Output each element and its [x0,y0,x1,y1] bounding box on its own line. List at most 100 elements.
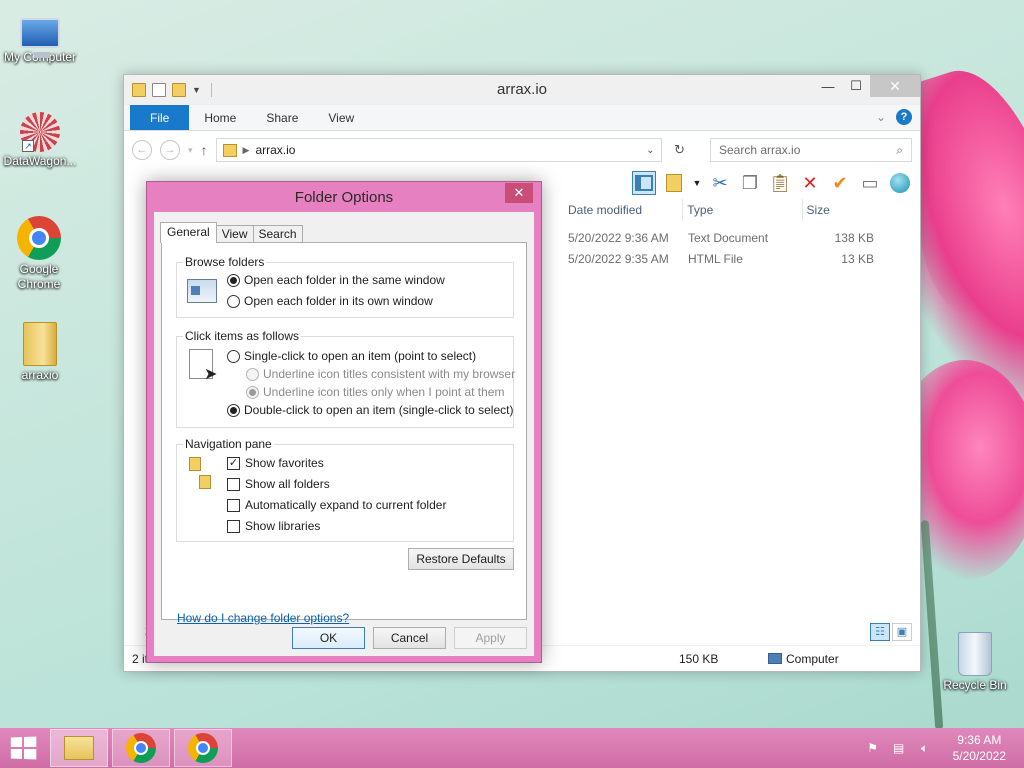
tab-view[interactable]: View [313,105,369,130]
globe-icon[interactable] [888,171,912,195]
file-row[interactable]: 5/20/2022 9:35 AM HTML File 13 KB [564,252,874,266]
option-label: Open each folder in its own window [244,294,433,308]
delete-icon[interactable]: ✕ [798,171,822,195]
checkbox[interactable] [227,519,240,533]
taskbar-chrome[interactable] [112,729,170,767]
tab-home[interactable]: Home [189,105,251,130]
radio-button[interactable] [227,403,240,417]
tab-view[interactable]: View [215,225,254,243]
chevron-down-icon[interactable]: ⌄ [646,145,654,156]
dialog-close-button[interactable]: ✕ [505,183,533,203]
copy-icon[interactable]: ❐ [738,171,762,195]
explorer-titlebar[interactable]: ▼ arrax.io — ☐ ✕ [124,75,920,105]
search-icon: ⌕ [896,142,903,157]
desktop-icon-recycle-bin[interactable]: Recycle Bin [935,632,1015,693]
folder-icon [189,457,201,471]
taskbar-file-explorer[interactable] [50,729,108,767]
radio-button[interactable] [227,273,240,287]
help-link[interactable]: How do I change folder options? [177,611,349,625]
window-title: arrax.io [496,81,548,98]
ok-button[interactable]: OK [292,627,365,649]
address-row: ← → ▾ ↑ ▶ arrax.io ⌄ ↻ Search arrax.io ⌕ [124,131,920,169]
dialog-titlebar[interactable]: Folder Options ✕ [147,182,541,212]
action-center-flag-icon[interactable]: ⚑ [865,741,881,755]
radio-double-click[interactable]: Double-click to open an item (single-cli… [227,403,513,417]
radio-own-window[interactable]: Open each folder in its own window [227,294,433,308]
search-input[interactable]: Search arrax.io ⌕ [710,138,912,162]
click-items-group: Click items as follows ➤ Single-click to… [176,329,515,428]
option-label: Open each folder in the same window [244,273,445,287]
network-icon[interactable]: ▤ [891,741,907,755]
quick-access-toolbar: ▼ [124,83,212,97]
details-view-icon[interactable]: ☷ [870,623,890,641]
desktop-icon-my-computer[interactable]: My Computer [0,10,80,65]
chevron-down-icon[interactable]: ▼ [192,85,201,95]
search-placeholder: Search arrax.io [719,143,801,157]
radio-underline-point: Underline icon titles only when I point … [246,385,504,399]
computer-icon [20,18,60,58]
checkbox-show-libraries[interactable]: Show libraries [227,519,320,533]
wallpaper-flower-stem [920,519,944,731]
address-bar[interactable]: ▶ arrax.io ⌄ [215,138,662,162]
datawagon-icon: ↗ [20,112,60,152]
cursor-icon: ➤ [204,366,218,383]
minimize-button[interactable]: — [814,75,842,97]
forward-button[interactable]: → [160,140,180,160]
maximize-button[interactable]: ☐ [842,75,870,97]
option-label: Show libraries [245,519,321,533]
radio-single-click[interactable]: Single-click to open an item (point to s… [227,349,476,363]
desktop-icon-datawagon[interactable]: ↗ DataWagon... [0,112,80,169]
selection-size: 150 KB [679,651,719,666]
checkbox[interactable]: ✓ [227,456,240,470]
up-button[interactable]: ↑ [201,142,208,158]
checkbox-show-all-folders[interactable]: Show all folders [227,477,330,491]
checkbox-show-favorites[interactable]: ✓ Show favorites [227,456,324,470]
checkbox[interactable] [227,477,240,491]
tab-search[interactable]: Search [252,225,303,243]
folder-options-icon[interactable] [662,171,686,195]
column-size[interactable]: Size [803,199,881,221]
desktop-icon-arraxio[interactable]: arraxio [0,322,80,383]
radio-button[interactable] [227,349,240,363]
start-button[interactable] [0,728,46,768]
radio-button[interactable] [227,294,240,308]
tab-file[interactable]: File [130,105,190,130]
desktop-icon-google-chrome[interactable]: Google Chrome [0,216,78,292]
recent-locations-icon[interactable]: ▾ [188,145,193,156]
radio-same-window[interactable]: Open each folder in the same window [227,273,445,287]
tab-general[interactable]: General [160,222,217,243]
chevron-down-icon[interactable]: ▼ [692,171,702,195]
column-date-modified[interactable]: Date modified [564,199,684,221]
desktop-icon-label: DataWagon... [3,154,77,168]
browse-folders-group: Browse folders Open each folder in the s… [176,255,514,318]
restore-defaults-button[interactable]: Restore Defaults [408,548,514,570]
cancel-button[interactable]: Cancel [373,627,446,649]
refresh-icon[interactable]: ↻ [670,142,690,158]
file-date: 5/20/2022 9:36 AM [568,231,669,245]
help-icon[interactable]: ? [896,109,912,125]
large-icons-view-icon[interactable]: ▣ [892,623,912,641]
rename-icon[interactable]: ▭ [858,171,882,195]
preview-pane-icon[interactable] [632,171,656,195]
taskbar-chrome[interactable] [174,729,232,767]
checkbox[interactable] [227,498,240,512]
cut-icon[interactable]: ✂ [708,171,732,195]
paste-icon[interactable]: 📋︎ [768,171,792,195]
properties-icon[interactable] [152,83,166,97]
clock[interactable]: 9:36 AM 5/20/2022 [953,732,1006,764]
column-type[interactable]: Type [683,199,803,221]
tab-share[interactable]: Share [251,105,313,130]
checkmark-icon[interactable]: ✔ [828,171,852,195]
new-folder-icon[interactable] [172,83,186,97]
checkbox-auto-expand[interactable]: Automatically expand to current folder [227,498,446,512]
expand-ribbon-icon[interactable]: ⌄ [876,110,886,124]
window-icon [187,279,217,303]
back-button[interactable]: ← [132,140,152,160]
option-label: Automatically expand to current folder [245,498,447,512]
chrome-icon [17,216,61,260]
option-label: Double-click to open an item (single-cli… [244,403,514,417]
volume-muted-icon[interactable]: 🔈︎ [917,741,933,755]
chevron-right-icon[interactable]: ▶ [243,145,250,156]
close-button[interactable]: ✕ [870,75,920,97]
file-row[interactable]: 5/20/2022 9:36 AM Text Document 138 KB [564,231,874,245]
